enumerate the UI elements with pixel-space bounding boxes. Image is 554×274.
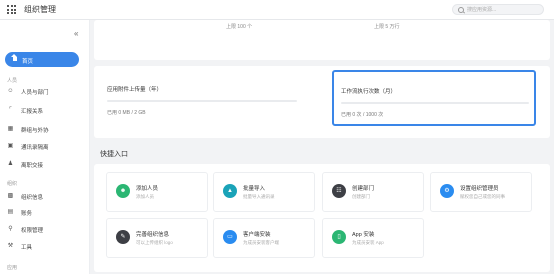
storage-usage-bar — [107, 100, 297, 102]
quick-tile-title: 设置组织管理员 — [460, 186, 499, 192]
sidebar-section-apps: 应用 — [7, 265, 18, 271]
handover-icon: ♟ — [7, 161, 14, 167]
quick-tile-desc: 创建部门 — [352, 194, 370, 199]
storage-usage-text: 已用 0 MB / 2 GB — [107, 110, 146, 116]
import-icon: ▲ — [223, 184, 237, 198]
workflow-usage-text: 已用 0 次 / 1000 次 — [341, 112, 384, 118]
workflow-usage-panel[interactable]: 工作流执行次数（月） 已用 0 次 / 1000 次 — [332, 70, 536, 126]
building-icon: ▩ — [7, 193, 14, 199]
quick-tile-desc: 赋权您自己或您的同事 — [460, 194, 505, 199]
app-title: 组织管理 — [24, 5, 56, 14]
quick-tile-desc: 批量导入通讯录 — [243, 194, 275, 199]
quick-access-title: 快捷入口 — [100, 151, 128, 158]
home-icon — [11, 54, 17, 61]
sidebar-item-label: 工具 — [21, 245, 33, 251]
quick-tile-title: 客户端安装 — [243, 232, 271, 238]
sidebar-item-label: 人员与部门 — [21, 90, 49, 96]
workflow-usage-bar — [341, 102, 529, 104]
people-icon: ☺ — [7, 88, 14, 94]
account-icon: ▤ — [7, 209, 14, 215]
sidebar-item-label: 组织信息 — [21, 195, 44, 201]
sidebar-item-label: 首页 — [22, 58, 34, 65]
quick-tile-desc: 添加人员 — [136, 194, 154, 199]
quick-tile-set-admin[interactable]: ⚙ 设置组织管理员 赋权您自己或您的同事 — [430, 172, 532, 212]
app-grid-icon[interactable] — [7, 5, 16, 14]
desktop-icon: ▭ — [223, 230, 237, 244]
quick-tile-desc: 为成员安装客户端 — [243, 240, 279, 245]
usage-card: 应用附件上传量（年） 已用 0 MB / 2 GB 工作流执行次数（月） 已用 … — [94, 66, 550, 138]
sidebar-item-label: 汇报关系 — [21, 109, 44, 115]
limit-right-text: 上限 5 万行 — [374, 24, 400, 30]
sidebar-item-label: 群组与外协 — [21, 128, 49, 134]
quick-tile-add-person[interactable]: ☻ 添加人员 添加人员 — [106, 172, 208, 212]
quick-tile-title: 完善组织信息 — [136, 232, 170, 238]
quick-tile-title: 创建部门 — [352, 186, 375, 192]
storage-usage-panel: 应用附件上传量（年） 已用 0 MB / 2 GB — [100, 70, 304, 126]
org-chart-icon: ⌜ — [9, 107, 12, 113]
sidebar-section-org: 组织 — [7, 181, 18, 187]
top-bar: 组织管理 搜应用资源... — [0, 0, 554, 20]
sidebar: « 首页 人员 ☺ 人员与部门 ⌜ 汇报关系 ▦ 群组与外协 ▣ 通讯录隔离 ♟… — [0, 20, 90, 274]
quick-tile-create-department[interactable]: ☷ 创建部门 创建部门 — [322, 172, 424, 212]
quick-tile-desc: 为成员安装 App — [352, 240, 384, 245]
sidebar-item-label: 通讯录隔离 — [21, 145, 49, 151]
sidebar-section-people: 人员 — [7, 78, 18, 84]
quick-tile-title: 添加人员 — [136, 186, 159, 192]
add-person-icon: ☻ — [116, 184, 130, 198]
quick-tile-title: App 安装 — [352, 232, 375, 238]
usage-limits-card: 上限 100 个 上限 5 万行 — [94, 20, 550, 60]
sidebar-item-label: 离职交接 — [21, 163, 44, 169]
quick-tile-desktop-install[interactable]: ▭ 客户端安装 为成员安装客户端 — [213, 218, 315, 258]
quick-tile-app-install[interactable]: ▯ App 安装 为成员安装 App — [322, 218, 424, 258]
sidebar-item-label: 账务 — [21, 211, 33, 217]
sidebar-item-label: 权限管理 — [21, 228, 44, 234]
search-input[interactable]: 搜应用资源... — [452, 4, 544, 15]
department-icon: ☷ — [332, 184, 346, 198]
workflow-usage-title: 工作流执行次数（月） — [341, 89, 397, 95]
quick-access-card: ☻ 添加人员 添加人员 ▲ 批量导入 批量导入通讯录 ☷ 创建部门 创建部门 ⚙… — [94, 164, 550, 272]
storage-usage-title: 应用附件上传量（年） — [107, 87, 163, 93]
mobile-icon: ▯ — [332, 230, 346, 244]
search-icon — [458, 7, 464, 13]
quick-tile-title: 批量导入 — [243, 186, 266, 192]
settings-icon: ⚙ — [440, 184, 454, 198]
group-icon: ▦ — [7, 126, 14, 132]
isolation-icon: ▣ — [7, 143, 14, 149]
search-placeholder: 搜应用资源... — [467, 7, 497, 13]
wrench-icon: ⚒ — [7, 243, 14, 249]
limit-left-text: 上限 100 个 — [226, 24, 253, 30]
edit-icon: ✎ — [116, 230, 130, 244]
sidebar-item-home[interactable]: 首页 — [5, 52, 79, 67]
key-icon: ⚲ — [8, 226, 13, 232]
quick-tile-bulk-import[interactable]: ▲ 批量导入 批量导入通讯录 — [213, 172, 315, 212]
quick-tile-desc: 可以上传组织 logo — [136, 240, 173, 245]
quick-tile-complete-org-info[interactable]: ✎ 完善组织信息 可以上传组织 logo — [106, 218, 208, 258]
collapse-sidebar-icon[interactable]: « — [74, 29, 78, 38]
